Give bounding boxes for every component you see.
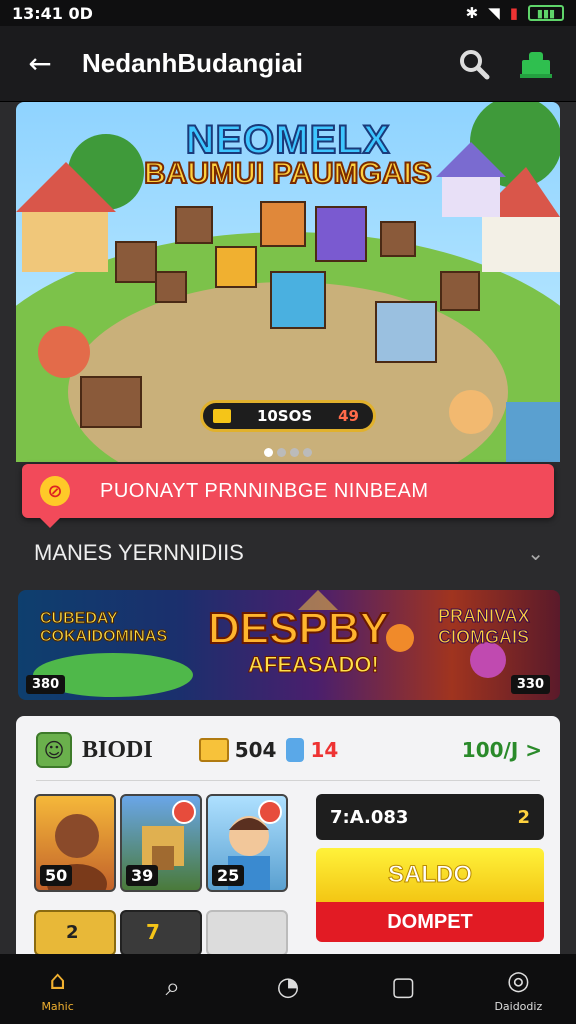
wallet-value: 7:A.083 [330,806,409,828]
promo-banner-button[interactable]: ⊘ PUONAYT PRNNINBGE NINBEAM [22,464,554,528]
banner-center-title: DESPBY [207,603,390,654]
chevron-down-icon[interactable]: ⌄ [527,541,544,566]
banner-center-sub: AFEASADO! [248,652,380,678]
tile-small-value: 2 [66,922,79,943]
search-icon: ⌕ [165,971,181,1002]
promo-label: PUONAYT PRNNINBGE NINBEAM [100,479,429,502]
status-icons: ✱ ◥ ▮ ▮▮▮ [466,4,564,22]
section-header[interactable]: MANES YERNNIDIIS ⌄ [34,540,544,566]
avatar[interactable]: ☺ [36,732,72,768]
trophy-count: 14 [310,738,339,762]
hero-title-line2: BAUMUI PAUMGAIS [143,156,433,191]
game-tile-small[interactable] [206,910,288,956]
bottom-nav: ⌂ Mahic ⌕ ◔ ▢ ◎ Daidodiz [0,954,576,1024]
hero-timer-pill: 10SOS 49 [200,400,376,432]
bluetooth-icon: ✱ [465,4,479,22]
search-icon [460,49,490,79]
nav-item-profile[interactable]: ◎ Daidodiz [468,966,568,1013]
search-button[interactable] [454,44,494,84]
game-tile-small[interactable]: 2 [34,910,116,956]
game-tile[interactable]: 39 [120,794,202,892]
clock-icon: ◔ [276,972,300,1002]
more-link[interactable]: 100/J > [462,738,542,762]
nav-label: Mahic [41,999,74,1013]
featured-games-banner[interactable]: CUBEDAY COKAIDOMINAS DESPBY AFEASADO! PR… [18,590,560,700]
page-title: NedanhBudangiai [82,48,304,78]
nav-item-clock[interactable]: ◔ [238,972,338,1006]
nav-item-square[interactable]: ▢ [353,972,453,1006]
nav-item-home[interactable]: ⌂ Mahic [8,966,108,1013]
profile-card: ☺ BIODI 504 14 100/J > 50 39 25 2 7 7:A.… [16,716,560,956]
carousel-dot[interactable] [264,448,273,457]
tile-small-value: 7 [146,920,160,944]
notification-badge [172,800,196,824]
saldo-button[interactable]: SALDO [316,848,544,902]
timer-value: 10SOS [256,407,313,425]
banner-left-title: CUBEDAY COKAIDOMINAS [39,610,168,646]
trophy-stat: 14 [286,738,338,762]
trophy-icon [286,738,305,762]
divider [36,780,540,781]
banner-tag-left: 380 [26,675,66,694]
carousel-dot[interactable] [290,448,299,457]
signal-icon: ▮ [509,4,518,22]
square-icon: ▢ [390,972,416,1002]
profile-icon: ◎ [507,965,530,996]
timer-bar-icon [213,409,231,423]
game-tile-small[interactable]: 7 [120,910,202,956]
crown-icon [198,738,229,762]
profile-header: ☺ BIODI 504 14 100/J > [36,730,542,770]
app-bar: ← NedanhBudangiai [0,26,576,102]
tile-level: 50 [40,865,73,886]
ticket-icon: ⊘ [40,476,70,506]
banner-tag-right: 330 [510,675,550,694]
section-title: MANES YERNNIDIIS [34,540,244,565]
carousel-dot[interactable] [277,448,286,457]
home-icon: ⌂ [49,965,66,996]
status-time: 13:41 0D [12,3,93,23]
cart-button[interactable] [516,44,556,84]
notification-badge [258,800,282,824]
nav-item-search[interactable]: ⌕ [123,972,223,1007]
promo-tail [40,518,60,528]
carousel-indicator [16,442,560,461]
profile-name: BIODI [82,736,153,763]
hero-carousel[interactable]: NEOMELX BAUMUI PAUMGAIS 10SOS 49 [16,102,560,462]
dompet-button[interactable]: DOMPET [316,902,544,942]
game-tile[interactable]: 50 [34,794,116,892]
crown-count: 504 [234,738,277,762]
status-bar: 13:41 0D ✱ ◥ ▮ ▮▮▮ [0,0,576,26]
tile-level: 39 [126,865,159,886]
coin-icon: 2 [517,806,530,828]
wallet-panel: 7:A.083 2 SALDO DOMPET [316,794,544,944]
battery-icon: ▮▮▮ [528,5,564,21]
wifi-icon: ◥ [488,4,500,22]
back-button[interactable]: ← [20,44,60,84]
carousel-dot[interactable] [303,448,312,457]
cart-icon [520,51,552,78]
hero-game-title: NEOMELX BAUMUI PAUMGAIS [16,117,560,191]
crown-stat: 504 [198,738,277,762]
tile-level: 25 [212,865,245,886]
wallet-value-row: 7:A.083 2 [316,794,544,840]
timer-count: 49 [338,407,359,425]
game-tile[interactable]: 25 [206,794,288,892]
banner-right-title: PRANIVAX CIOMGAIS [438,605,531,647]
back-arrow-icon: ← [28,47,52,80]
nav-label: Daidodiz [494,999,543,1013]
